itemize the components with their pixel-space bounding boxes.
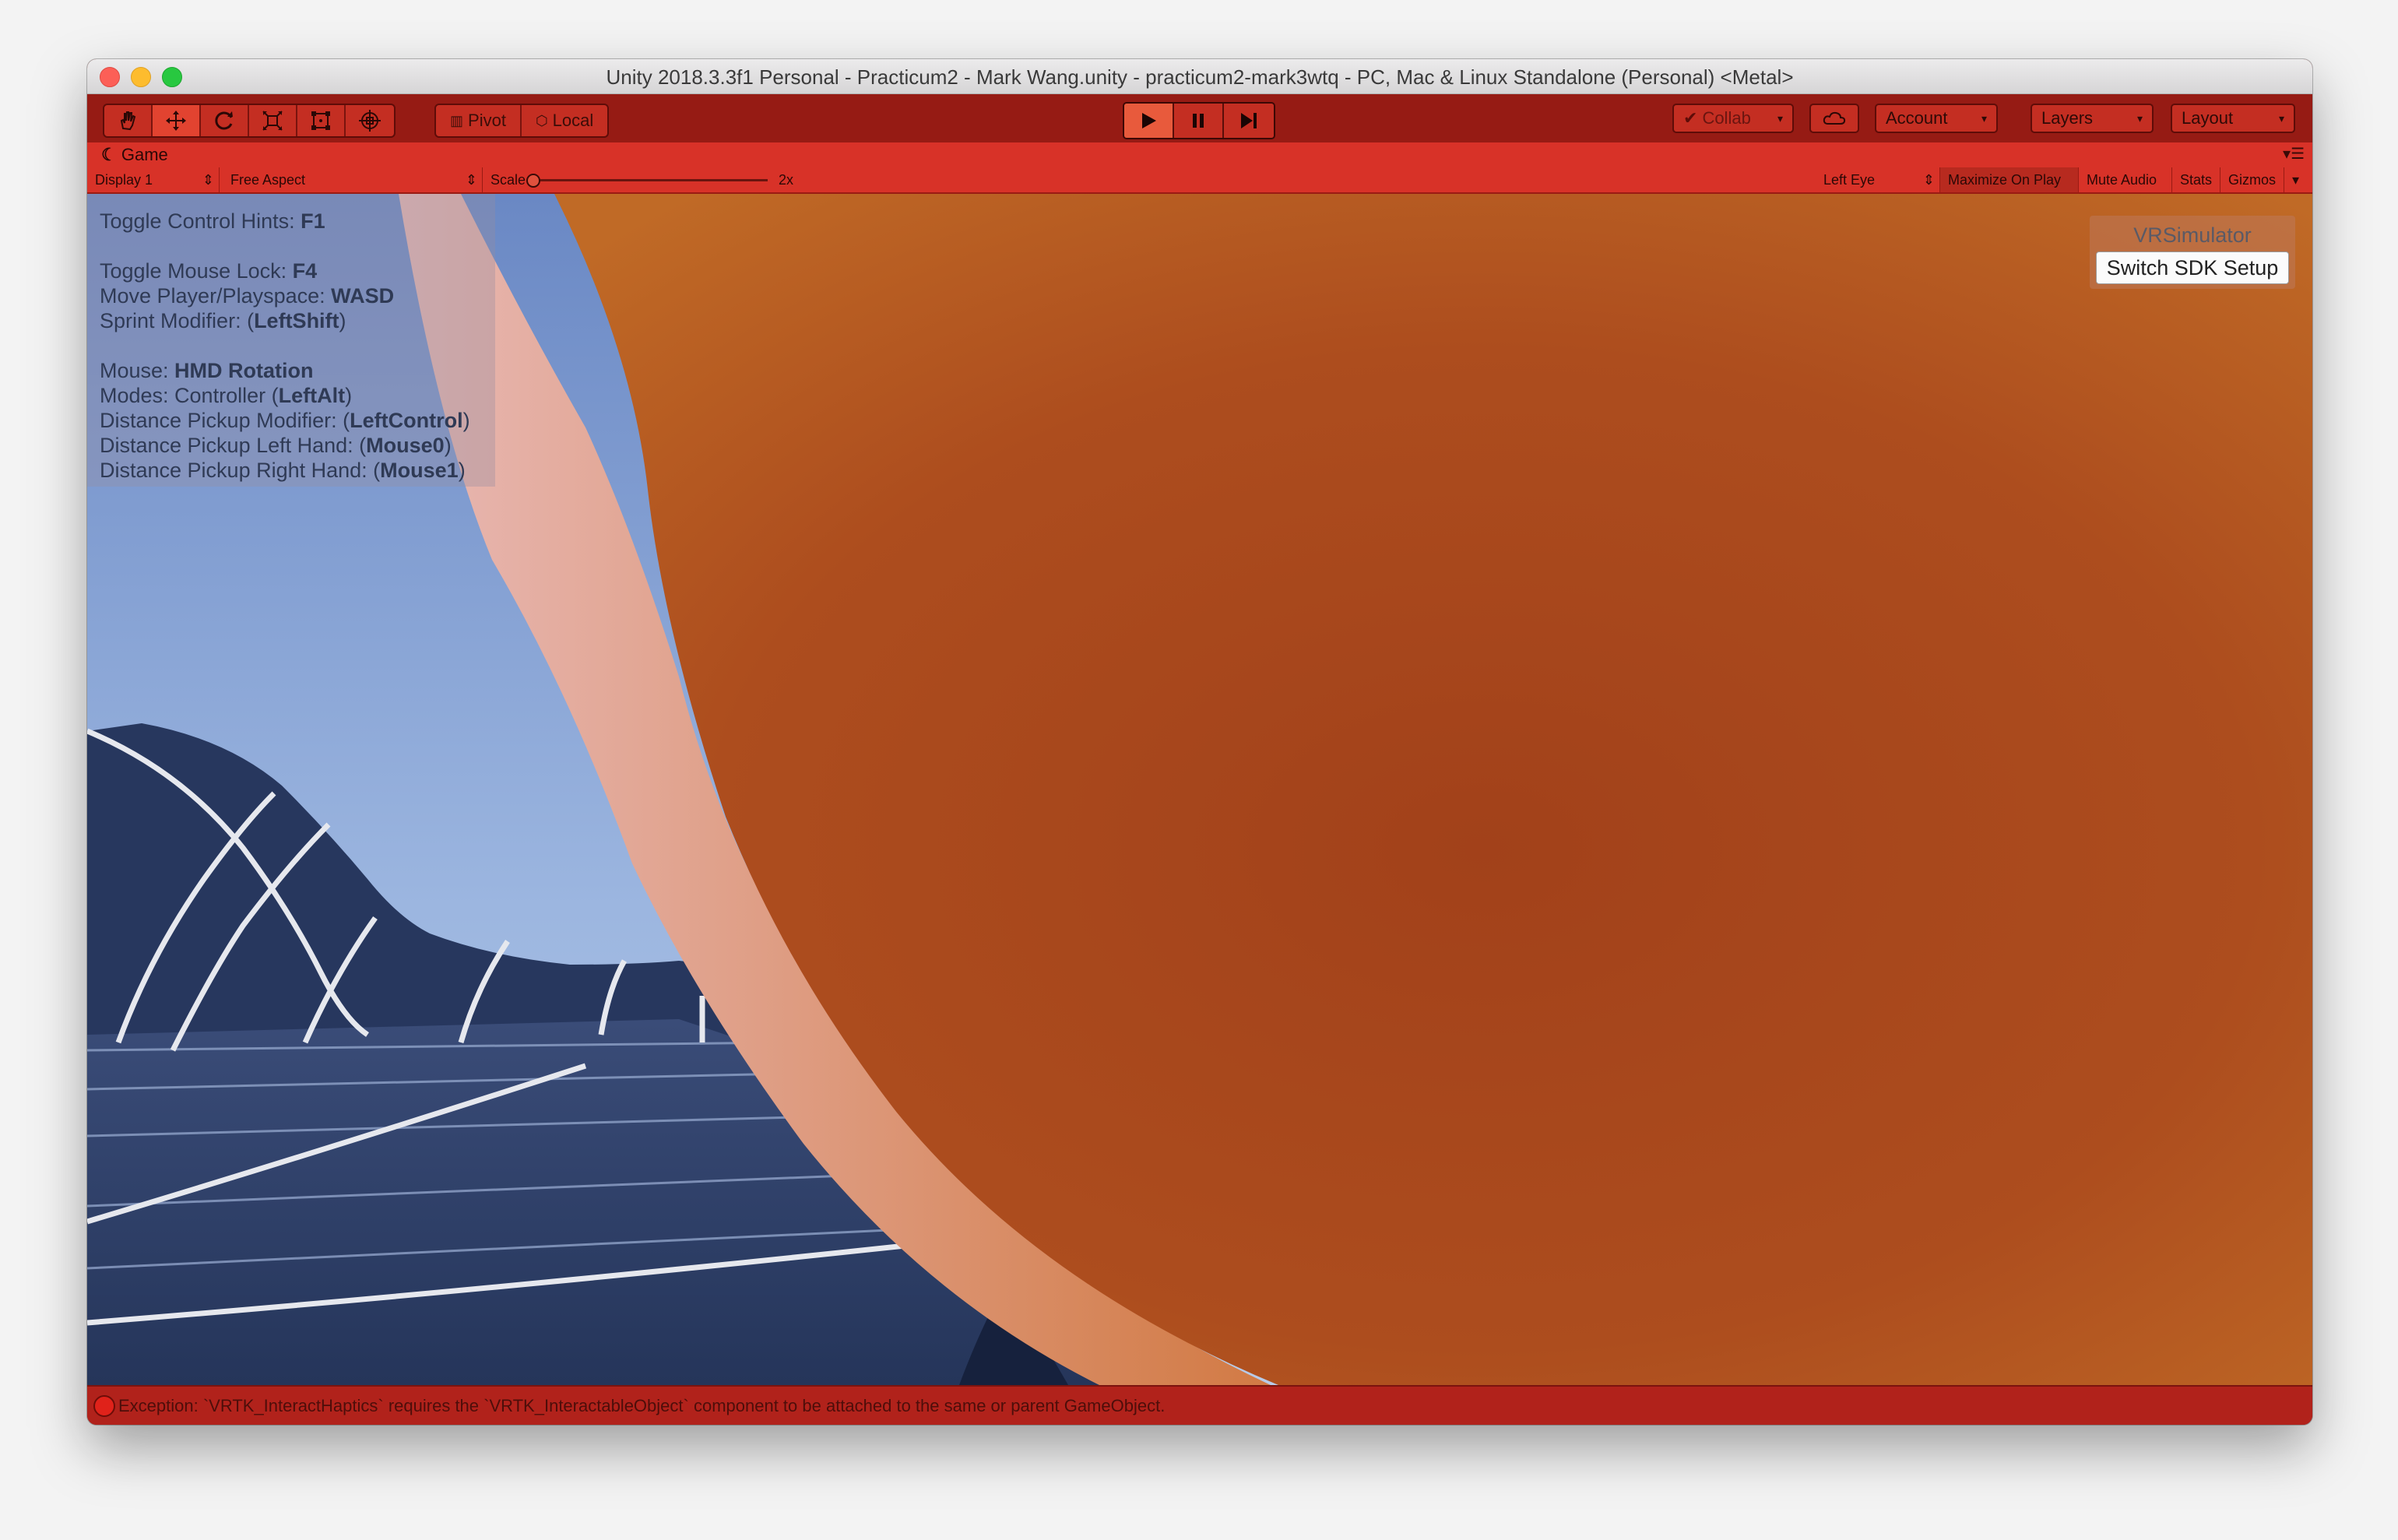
hint-distance-pickup-modifier: Distance Pickup Modifier: (LeftControl) (100, 409, 470, 432)
hint-modes: Modes: Controller (LeftAlt) (100, 384, 353, 407)
stats-toggle[interactable]: Stats (2172, 167, 2220, 192)
tab-game-label: Game (121, 145, 168, 164)
collab-label: Collab (1702, 108, 1751, 128)
play-button[interactable] (1124, 104, 1174, 138)
local-cube-icon: ⬡ (535, 112, 548, 128)
title-bar: Unity 2018.3.3f1 Personal - Practicum2 -… (87, 59, 2312, 94)
pivot-icon: ▥ (450, 112, 464, 128)
main-toolbar: ▥ Pivot ⬡ Local ✔ Collab ▾ Account ▾ Lay… (87, 94, 2312, 142)
gizmos-toggle[interactable]: Gizmos (2220, 167, 2284, 192)
local-toggle[interactable]: ⬡ Local (522, 105, 607, 136)
aspect-select-value: Free Aspect (230, 172, 306, 188)
hint-mouse: Mouse: HMD Rotation (100, 359, 314, 382)
hint-sprint-modifier: Sprint Modifier: (LeftShift) (100, 309, 346, 332)
layout-dropdown[interactable]: Layout ▾ (2171, 104, 2295, 133)
layout-label: Layout (2182, 108, 2234, 128)
tab-options-menu-icon[interactable]: ▾☰ (2283, 144, 2305, 163)
switch-sdk-setup-button[interactable]: Switch SDK Setup (2096, 251, 2289, 284)
scale-slider-track[interactable] (534, 179, 768, 181)
chevron-down-icon: ▾ (2136, 111, 2143, 125)
pivot-label: Pivot (468, 111, 506, 130)
layers-label: Layers (2041, 108, 2094, 128)
updown-arrows-icon: ⇕ (465, 172, 477, 188)
collab-check-icon: ✔ (1683, 108, 1698, 128)
combined-transform-icon (359, 110, 381, 132)
hint-distance-pickup-right: Distance Pickup Right Hand: (Mouse1) (100, 459, 466, 482)
step-button[interactable] (1224, 104, 1274, 138)
vr-simulator-panel: VRSimulator Switch SDK Setup (2090, 216, 2295, 289)
step-icon (1241, 113, 1257, 128)
eye-select-value: Left Eye (1823, 172, 1876, 188)
mute-audio-toggle[interactable]: Mute Audio (2079, 167, 2172, 192)
account-label: Account (1886, 108, 1948, 128)
console-status-bar[interactable]: Exception: `VRTK_InteractHaptics` requir… (87, 1385, 2312, 1425)
maximize-on-play-toggle[interactable]: Maximize On Play (1940, 167, 2079, 192)
rotate-tool-button[interactable] (201, 105, 249, 136)
control-hints-panel: Toggle Control Hints: F1 Toggle Mouse Lo… (87, 194, 495, 487)
display-select[interactable]: Display 1 ⇕ (87, 167, 220, 192)
cloud-button[interactable] (1809, 104, 1859, 133)
rect-transform-icon (311, 111, 330, 130)
hint-move-player: Move Player/Playspace: WASD (100, 284, 395, 308)
scale-label: Scale (490, 172, 526, 188)
updown-arrows-icon: ⇕ (1922, 172, 1935, 188)
window-title: Unity 2018.3.3f1 Personal - Practicum2 -… (606, 65, 1794, 89)
status-message[interactable]: Exception: `VRTK_InteractHaptics` requir… (118, 1396, 1165, 1416)
playback-controls (1123, 102, 1275, 139)
game-viewport[interactable]: Toggle Control Hints: F1 Toggle Mouse Lo… (87, 194, 2312, 1385)
scale-value: 2x (779, 172, 794, 188)
game-view-controls: Display 1 ⇕ Free Aspect ⇕ Scale 2x Left … (87, 167, 2312, 194)
tab-game[interactable]: ☾ Game (101, 145, 168, 165)
pivot-toggle[interactable]: ▥ Pivot (436, 105, 522, 136)
cloud-icon (1823, 111, 1846, 125)
hand-icon (120, 111, 136, 131)
scale-icon (262, 111, 283, 131)
move-tool-button[interactable] (153, 105, 201, 136)
chevron-down-icon: ▾ (1981, 111, 1987, 125)
unity-editor-window: Unity 2018.3.3f1 Personal - Practicum2 -… (87, 59, 2312, 1425)
hand-tool-button[interactable] (104, 105, 153, 136)
vr-simulator-title: VRSimulator (2133, 223, 2252, 247)
pause-icon (1193, 114, 1204, 128)
account-dropdown[interactable]: Account ▾ (1875, 104, 1998, 133)
error-icon (93, 1395, 115, 1417)
hint-distance-pickup-left: Distance Pickup Left Hand: (Mouse0) (100, 434, 452, 457)
chevron-down-icon: ▾ (1777, 111, 1783, 125)
collab-dropdown[interactable]: ✔ Collab ▾ (1672, 104, 1794, 133)
aspect-select[interactable]: Free Aspect ⇕ (223, 167, 483, 192)
rect-tool-button[interactable] (297, 105, 346, 136)
pivot-local-group: ▥ Pivot ⬡ Local (434, 104, 610, 138)
hint-toggle-mouse-lock: Toggle Mouse Lock: F4 (100, 259, 318, 283)
pause-button[interactable] (1174, 104, 1224, 138)
hint-toggle-control-hints: Toggle Control Hints: F1 (100, 209, 325, 233)
updown-arrows-icon: ⇕ (202, 172, 214, 188)
game-controller-icon: ☾ (101, 145, 117, 164)
gizmos-dropdown-icon[interactable]: ▾ (2284, 167, 2312, 192)
rotate-icon (215, 111, 233, 130)
transform-tool-button[interactable] (346, 105, 394, 136)
play-icon (1142, 113, 1156, 128)
scale-slider-handle[interactable] (526, 174, 540, 188)
transform-tools (103, 104, 396, 138)
layers-dropdown[interactable]: Layers ▾ (2031, 104, 2154, 133)
move-arrows-icon (166, 111, 186, 131)
game-tab-bar: ☾ Game ▾☰ (87, 142, 2312, 167)
chevron-down-icon: ▾ (2278, 111, 2284, 125)
local-label: Local (552, 111, 594, 130)
scale-tool-button[interactable] (249, 105, 297, 136)
eye-select[interactable]: Left Eye ⇕ (1816, 167, 1940, 192)
display-select-value: Display 1 (95, 172, 153, 188)
